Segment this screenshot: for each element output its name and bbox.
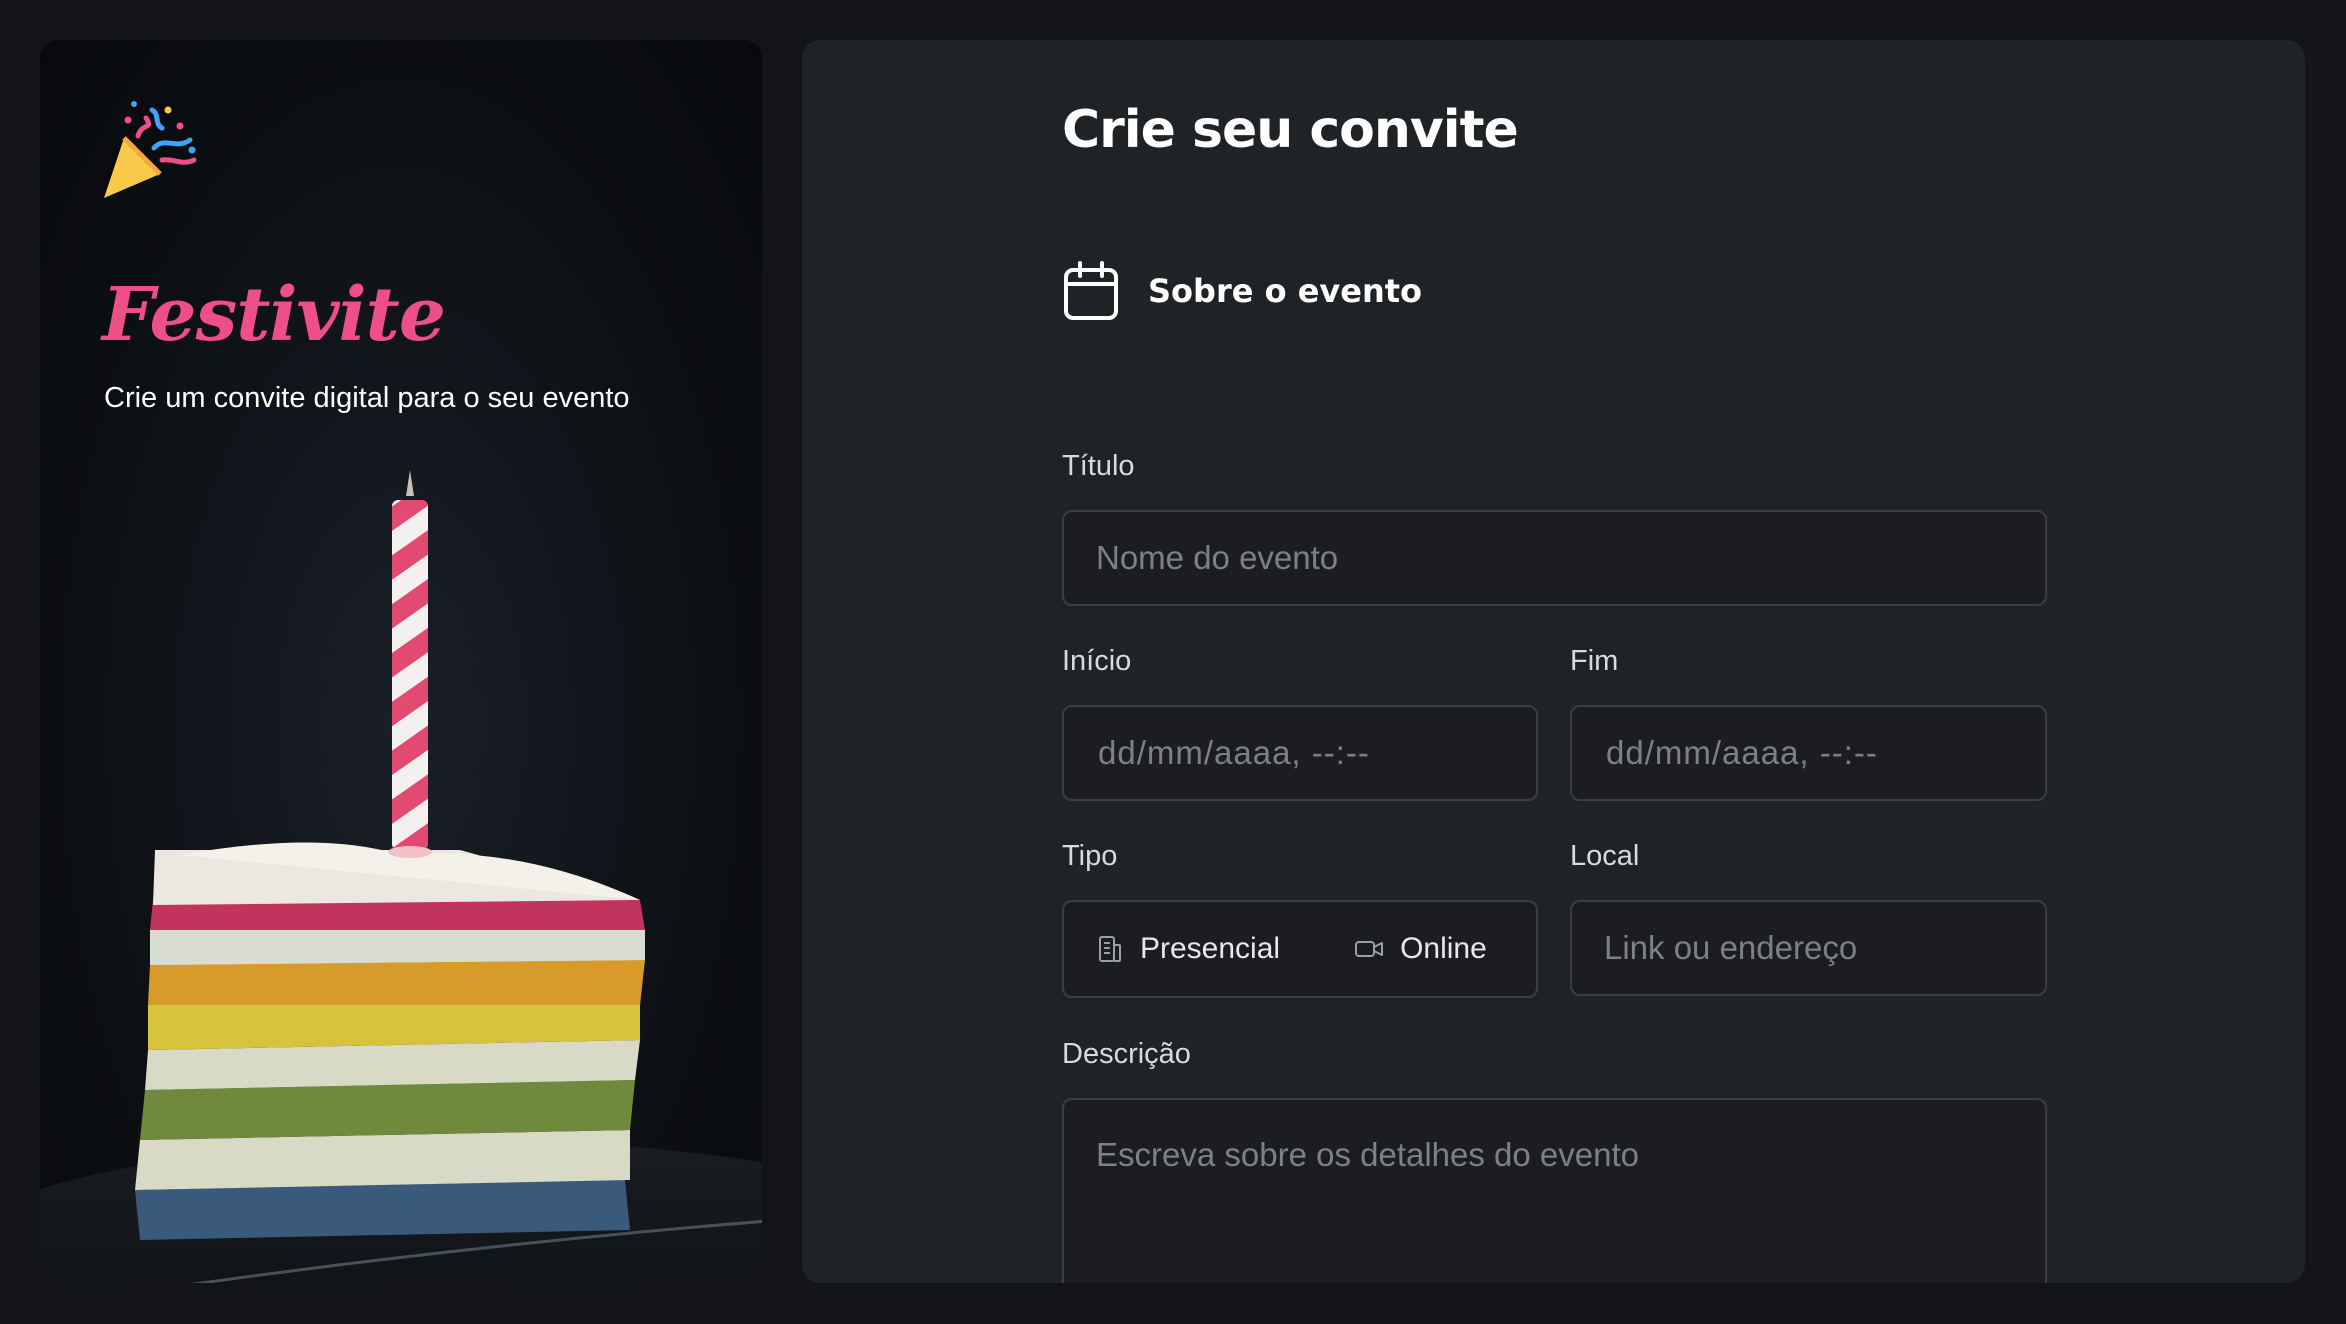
tipo-label: Tipo <box>1062 840 1118 872</box>
local-input[interactable]: Link ou endereço <box>1570 900 2047 996</box>
local-label: Local <box>1570 840 1640 872</box>
titulo-label: Título <box>1062 450 1135 482</box>
brand-tagline: Crie um convite digital para o seu event… <box>104 382 630 414</box>
party-popper-icon <box>104 101 197 198</box>
descricao-textarea[interactable]: Escreva sobre os detalhes do evento <box>1062 1098 2047 1283</box>
building-icon <box>1099 936 1121 962</box>
inicio-placeholder: dd/mm/aaaa, --:-- <box>1098 734 1370 771</box>
fim-label: Fim <box>1570 645 1619 677</box>
hero-panel: Festivite Crie um convite digital para o… <box>40 40 762 1283</box>
presencial-label: Presencial <box>1140 932 1281 965</box>
descricao-label: Descrição <box>1062 1038 1191 1070</box>
fim-placeholder: dd/mm/aaaa, --:-- <box>1606 734 1878 771</box>
form-panel: Crie seu convite Sobre o evento Título N… <box>802 40 2305 1283</box>
birthday-cake-image <box>40 470 762 1283</box>
section-header: Sobre o evento <box>1062 260 1422 322</box>
inicio-label: Início <box>1062 645 1132 677</box>
local-placeholder: Link ou endereço <box>1604 929 1858 966</box>
fim-datetime-input[interactable]: dd/mm/aaaa, --:-- <box>1570 705 2047 801</box>
online-label: Online <box>1400 932 1487 965</box>
brand-name: Festivite <box>102 272 446 358</box>
titulo-placeholder: Nome do evento <box>1096 539 1339 576</box>
inicio-datetime-input[interactable]: dd/mm/aaaa, --:-- <box>1062 705 1538 801</box>
calendar-icon <box>1064 261 1118 320</box>
section-title: Sobre o evento <box>1148 272 1423 310</box>
video-camera-icon <box>1355 941 1384 957</box>
page-title: Crie seu convite <box>1062 100 1519 160</box>
tipo-toggle[interactable]: Presencial Online <box>1062 900 1538 998</box>
tipo-option-presencial[interactable]: Presencial <box>1094 902 1280 996</box>
tipo-option-online[interactable]: Online <box>1354 902 1487 996</box>
titulo-input[interactable]: Nome do evento <box>1062 510 2047 606</box>
descricao-placeholder: Escreva sobre os detalhes do evento <box>1096 1136 1640 1173</box>
